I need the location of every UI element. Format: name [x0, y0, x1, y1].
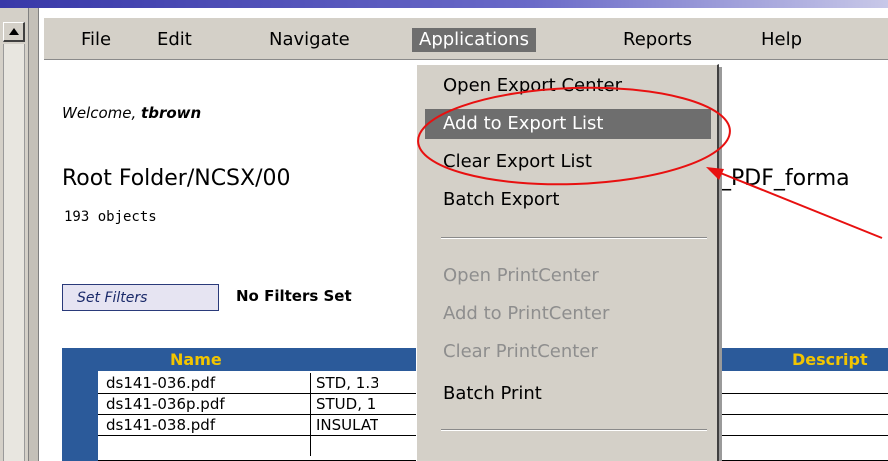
- table-left-gutter: [62, 371, 98, 461]
- menu-separator: [441, 429, 707, 431]
- menu-item-clear-export-list[interactable]: Clear Export List: [425, 147, 711, 177]
- arrow-up-icon: [9, 28, 19, 35]
- menu-reports[interactable]: Reports: [616, 28, 699, 52]
- window-title-strip: [0, 0, 888, 8]
- cell-col2: STD, 1.3: [316, 374, 378, 392]
- cell-name[interactable]: ds141-036.pdf: [106, 373, 311, 393]
- cell-col2: STUD, 1: [316, 395, 377, 413]
- menu-item-open-printcenter: Open PrintCenter: [443, 265, 599, 286]
- welcome-message: Welcome, tbrown: [62, 104, 201, 122]
- filter-status: No Filters Set: [236, 287, 352, 305]
- menu-item-add-to-export-list[interactable]: Add to Export List: [425, 109, 711, 139]
- menu-item-clear-printcenter: Clear PrintCenter: [443, 341, 598, 362]
- set-filters-button[interactable]: Set Filters: [62, 284, 219, 311]
- frame-divider[interactable]: [28, 8, 38, 461]
- menu-navigate[interactable]: Navigate: [262, 28, 357, 52]
- menu-item-batch-print[interactable]: Batch Print: [425, 379, 711, 409]
- menu-help[interactable]: Help: [754, 28, 809, 52]
- column-header-name[interactable]: Name: [170, 348, 222, 371]
- cell-col2: INSULAT: [316, 416, 378, 434]
- object-count: 193 objects: [64, 209, 157, 225]
- welcome-username: tbrown: [141, 104, 202, 122]
- vertical-scrollbar-track[interactable]: [3, 44, 25, 461]
- applications-dropdown-menu: Open Export Center Add to Export List Cl…: [416, 64, 719, 461]
- cell-name[interactable]: ds141-038.pdf: [106, 415, 311, 435]
- menu-bar: File Edit Navigate Applications Reports …: [44, 18, 888, 60]
- cell-name[interactable]: [106, 436, 311, 456]
- menu-applications[interactable]: Applications: [412, 28, 536, 52]
- menu-edit[interactable]: Edit: [150, 28, 199, 52]
- menu-item-batch-export[interactable]: Batch Export: [425, 185, 711, 215]
- folder-path: Root Folder/NCSX/00: [62, 166, 291, 191]
- cell-name[interactable]: ds141-036p.pdf: [106, 394, 311, 414]
- menu-item-add-to-printcenter: Add to PrintCenter: [443, 303, 610, 324]
- folder-path-tail: _PDF_forma: [720, 166, 850, 191]
- welcome-prefix: Welcome,: [62, 104, 142, 122]
- menu-separator: [441, 237, 707, 239]
- scroll-up-button[interactable]: [3, 22, 25, 42]
- menu-item-open-export-center[interactable]: Open Export Center: [425, 71, 711, 101]
- menu-file[interactable]: File: [74, 28, 118, 52]
- column-header-description[interactable]: Descript: [792, 348, 868, 371]
